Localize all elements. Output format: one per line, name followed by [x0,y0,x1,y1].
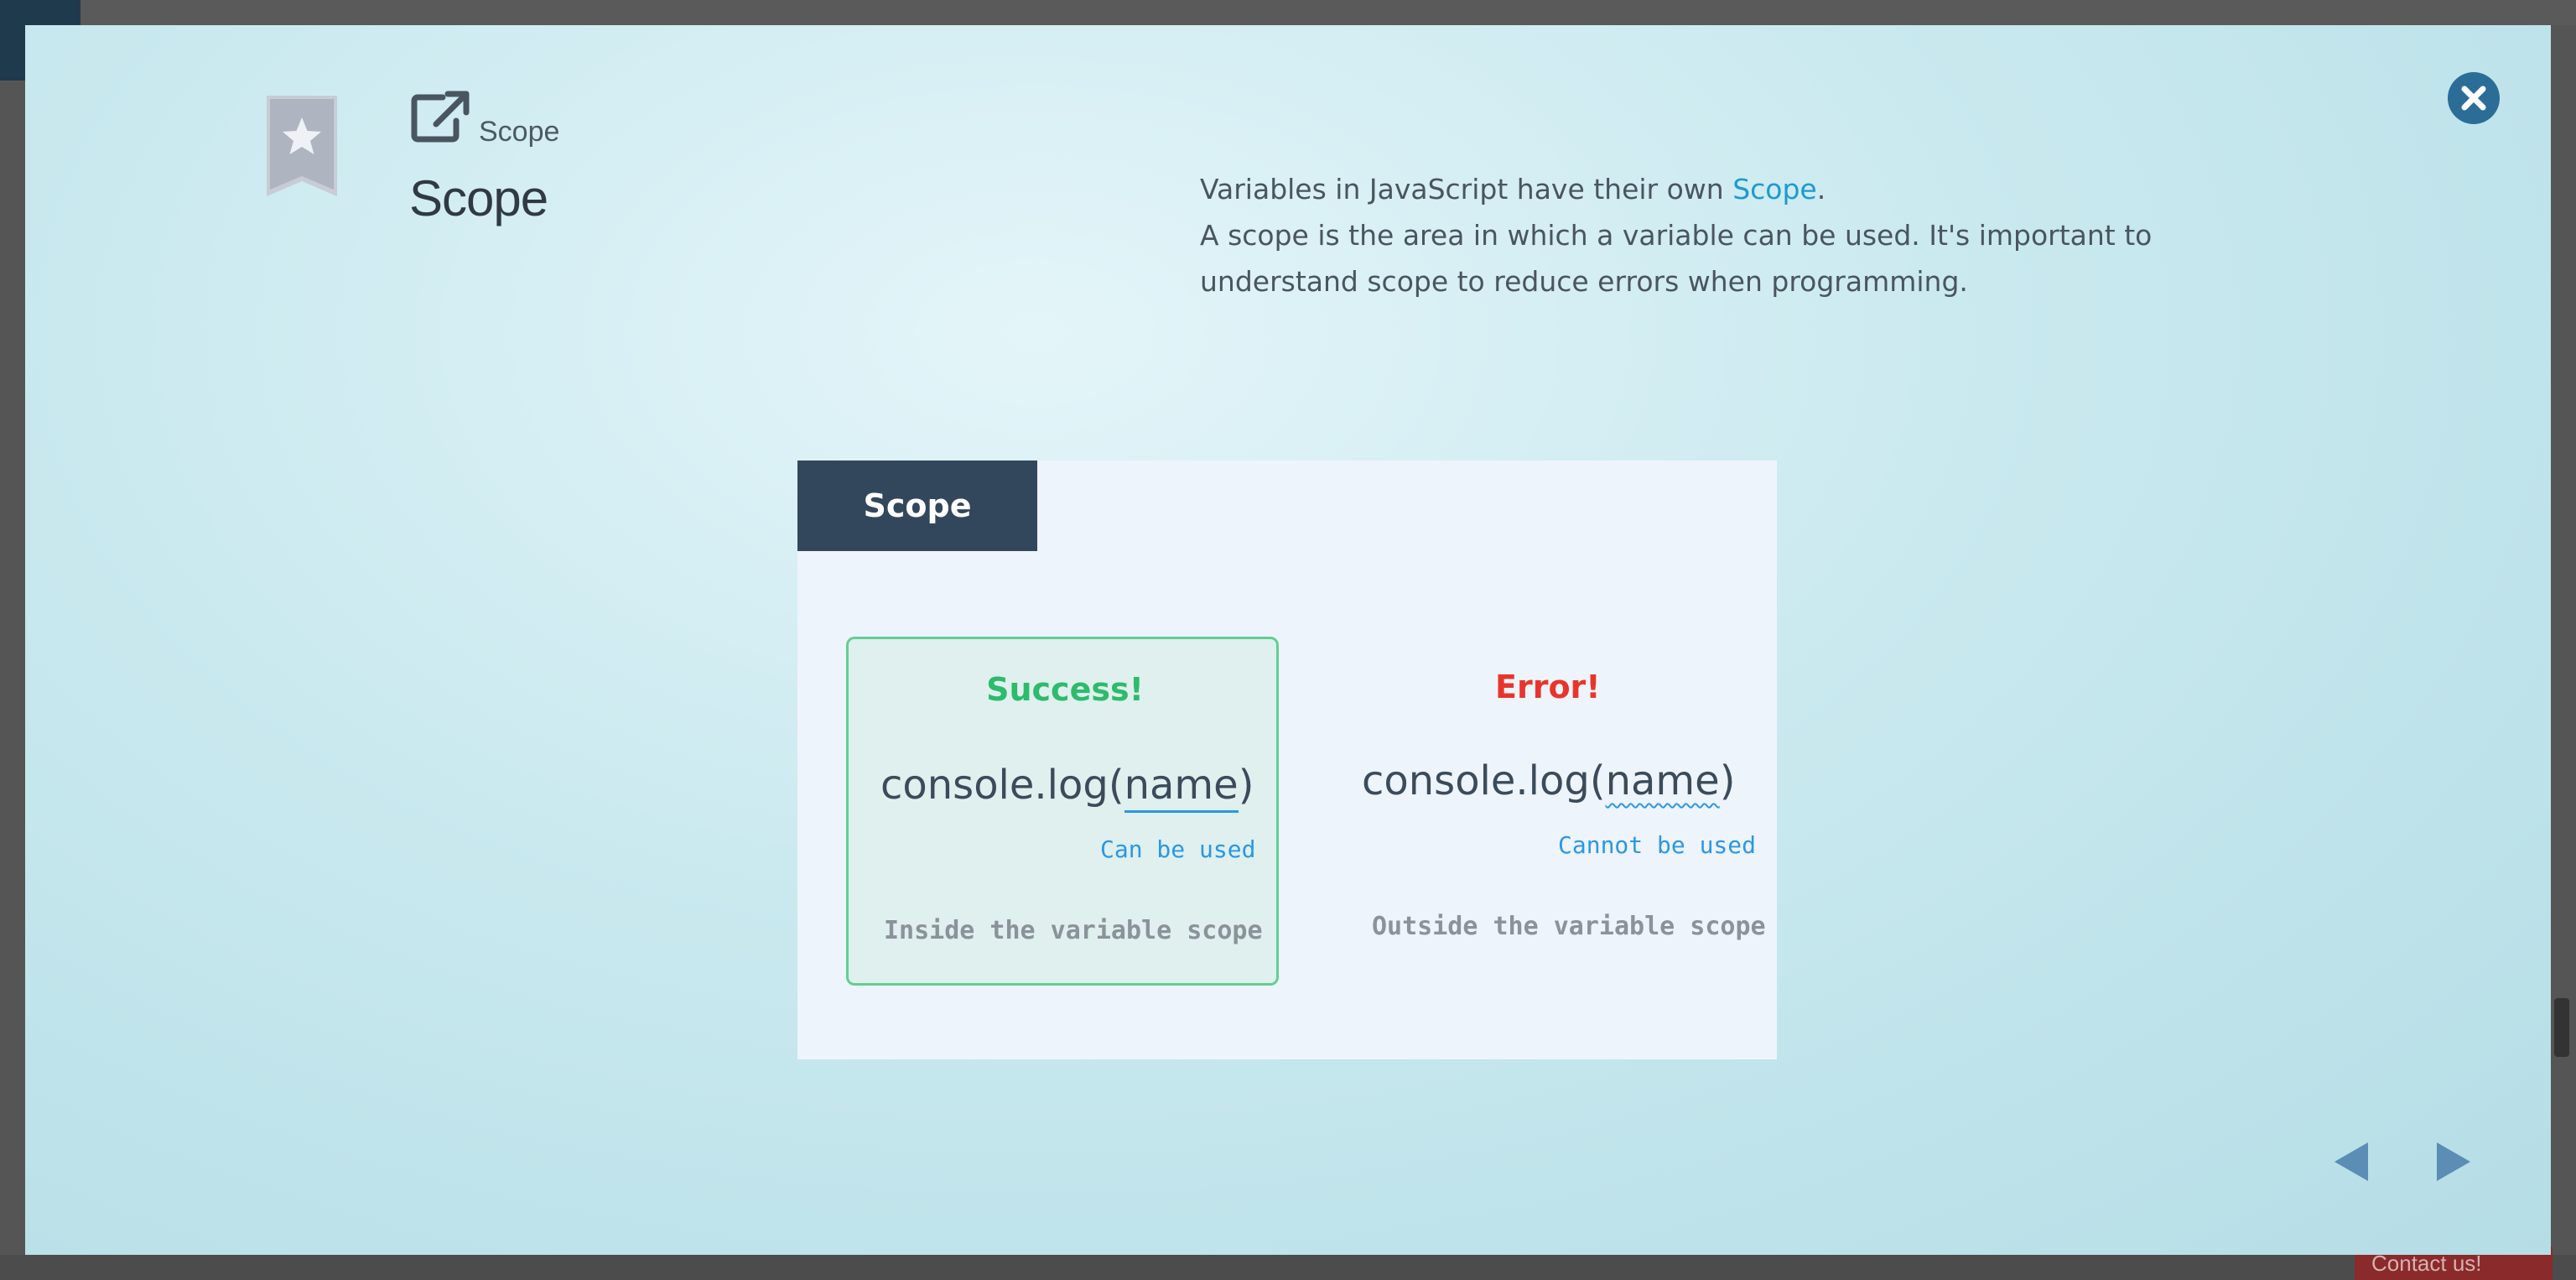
success-code-prefix: console.log( [880,762,1124,809]
scope-diagram: Scope Success! console.log(name) Can be … [797,460,1777,1059]
lesson-description: Variables in JavaScript have their own S… [1200,166,2273,304]
success-panel: Success! console.log(name) Can be used I… [846,637,1279,986]
error-code: console.log(name) [1362,757,1735,804]
lesson-modal: Scope Scope Variables in JavaScript have… [25,25,2551,1255]
success-heading: Success! [986,671,1144,708]
error-code-prefix: console.log( [1362,757,1606,804]
arrow-left-icon[interactable] [2329,1139,2375,1184]
success-code-var: name [1124,762,1239,813]
background-topbar [0,0,2576,25]
close-icon [2461,86,2486,111]
description-suffix: . [1816,173,1826,206]
error-note: Cannot be used [1558,831,1757,859]
diagram-tab-label: Scope [797,460,1037,551]
error-caption: Outside the variable scope [1372,912,1766,941]
success-note: Can be used [1100,835,1256,863]
background-scrollbar[interactable] [2554,998,2569,1057]
success-code: console.log(name) [880,762,1254,813]
error-code-suffix: ) [1719,757,1736,804]
bookmark-star-icon[interactable] [267,96,337,196]
close-button[interactable] [2448,72,2500,124]
description-prefix: Variables in JavaScript have their own [1200,173,1733,206]
success-code-suffix: ) [1238,762,1254,809]
breadcrumb: Scope [479,116,560,148]
arrow-right-icon[interactable] [2430,1139,2475,1184]
background-bottom-bar [0,1255,2576,1280]
success-caption: Inside the variable scope [884,916,1263,945]
scope-term-link[interactable]: Scope [1732,173,1817,206]
description-line-1: Variables in JavaScript have their own S… [1200,166,2273,212]
page-title: Scope [409,170,548,226]
description-line-2: A scope is the area in which a variable … [1200,219,2153,298]
external-link-icon[interactable] [411,91,470,143]
error-code-var: name [1605,757,1720,804]
error-heading: Error! [1495,669,1601,705]
